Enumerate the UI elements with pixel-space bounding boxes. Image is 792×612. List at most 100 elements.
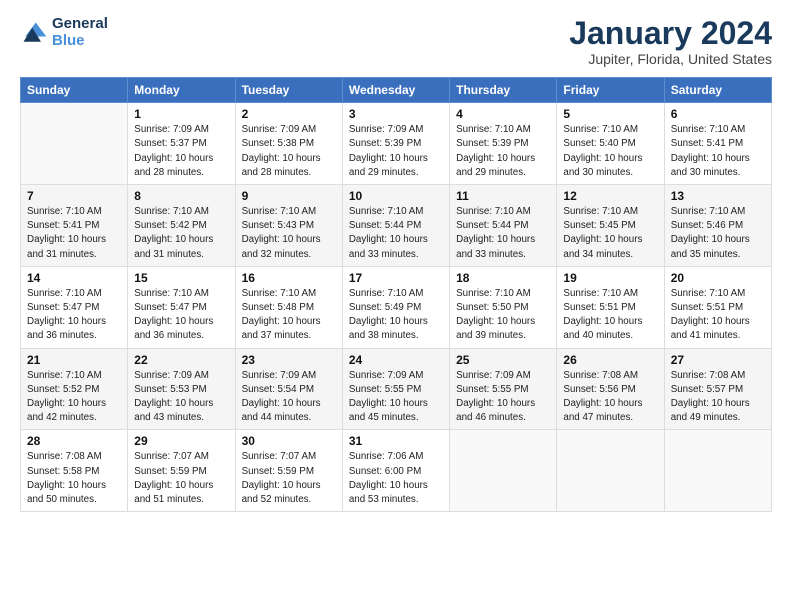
day-number: 13 xyxy=(671,189,765,203)
day-cell: 14 Sunrise: 7:10 AMSunset: 5:47 PMDayligh… xyxy=(21,266,128,348)
week-row-1: 1 Sunrise: 7:09 AMSunset: 5:37 PMDaylight… xyxy=(21,103,772,185)
day-detail: Sunrise: 7:09 AMSunset: 5:55 PMDaylight:… xyxy=(349,369,443,426)
day-number: 12 xyxy=(563,189,657,203)
day-cell: 12 Sunrise: 7:10 AMSunset: 5:45 PMDayligh… xyxy=(557,185,664,267)
day-cell: 7 Sunrise: 7:10 AMSunset: 5:41 PMDaylight… xyxy=(21,185,128,267)
day-detail: Sunrise: 7:10 AMSunset: 5:44 PMDaylight:… xyxy=(349,205,443,262)
header: General Blue January 2024 Jupiter, Flori… xyxy=(20,16,772,67)
day-cell: 9Sunrise: 7:10 AMSunset: 5:43 PMDaylight… xyxy=(235,185,342,267)
day-cell xyxy=(557,430,664,512)
logo: General Blue xyxy=(20,16,108,49)
day-number: 30 xyxy=(242,434,336,448)
day-cell: 30 Sunrise: 7:07 AMSunset: 5:59 PMDayligh… xyxy=(235,430,342,512)
day-detail: Sunrise: 7:10 AMSunset: 5:52 PMDaylight:… xyxy=(27,369,121,426)
day-detail: Sunrise: 7:10 AMSunset: 5:45 PMDaylight:… xyxy=(563,205,657,262)
day-detail: Sunrise: 7:07 AMSunset: 5:59 PMDaylight:… xyxy=(242,450,336,507)
day-detail: Sunrise: 7:10 AMSunset: 5:42 PMDaylight:… xyxy=(134,205,228,262)
day-detail: Sunrise: 7:09 AMSunset: 5:53 PMDaylight:… xyxy=(134,369,228,426)
day-cell: 22 Sunrise: 7:09 AMSunset: 5:53 PMDayligh… xyxy=(128,348,235,430)
day-number: 16 xyxy=(242,271,336,285)
header-cell-thursday: Thursday xyxy=(450,78,557,103)
day-cell: 11Sunrise: 7:10 AMSunset: 5:44 PMDayligh… xyxy=(450,185,557,267)
day-detail: Sunrise: 7:10 AMSunset: 5:47 PMDaylight:… xyxy=(134,287,228,344)
header-row: SundayMondayTuesdayWednesdayThursdayFrid… xyxy=(21,78,772,103)
day-cell: 16 Sunrise: 7:10 AMSunset: 5:48 PMDayligh… xyxy=(235,266,342,348)
day-number: 26 xyxy=(563,353,657,367)
day-cell: 3Sunrise: 7:09 AMSunset: 5:39 PMDaylight… xyxy=(342,103,449,185)
day-number: 4 xyxy=(456,107,550,121)
day-cell: 2Sunrise: 7:09 AMSunset: 5:38 PMDaylight… xyxy=(235,103,342,185)
logo-text-blue: Blue xyxy=(52,33,108,50)
week-row-5: 28Sunrise: 7:08 AMSunset: 5:58 PMDayligh… xyxy=(21,430,772,512)
week-row-4: 21 Sunrise: 7:10 AMSunset: 5:52 PMDayligh… xyxy=(21,348,772,430)
day-number: 21 xyxy=(27,353,121,367)
week-row-2: 7 Sunrise: 7:10 AMSunset: 5:41 PMDaylight… xyxy=(21,185,772,267)
day-number: 7 xyxy=(27,189,121,203)
day-cell: 15 Sunrise: 7:10 AMSunset: 5:47 PMDayligh… xyxy=(128,266,235,348)
day-cell: 17 Sunrise: 7:10 AMSunset: 5:49 PMDayligh… xyxy=(342,266,449,348)
day-cell: 28Sunrise: 7:08 AMSunset: 5:58 PMDayligh… xyxy=(21,430,128,512)
header-cell-friday: Friday xyxy=(557,78,664,103)
day-cell: 4 Sunrise: 7:10 AMSunset: 5:39 PMDaylight… xyxy=(450,103,557,185)
day-number: 27 xyxy=(671,353,765,367)
day-cell: 19 Sunrise: 7:10 AMSunset: 5:51 PMDayligh… xyxy=(557,266,664,348)
day-cell xyxy=(450,430,557,512)
day-number: 2 xyxy=(242,107,336,121)
calendar-page: General Blue January 2024 Jupiter, Flori… xyxy=(0,0,792,612)
day-cell: 6Sunrise: 7:10 AMSunset: 5:41 PMDaylight… xyxy=(664,103,771,185)
day-detail: Sunrise: 7:10 AMSunset: 5:48 PMDaylight:… xyxy=(242,287,336,344)
day-cell: 31 Sunrise: 7:06 AMSunset: 6:00 PMDayligh… xyxy=(342,430,449,512)
day-detail: Sunrise: 7:09 AMSunset: 5:54 PMDaylight:… xyxy=(242,369,336,426)
header-cell-saturday: Saturday xyxy=(664,78,771,103)
day-number: 23 xyxy=(242,353,336,367)
day-detail: Sunrise: 7:10 AMSunset: 5:41 PMDaylight:… xyxy=(27,205,121,262)
day-number: 5 xyxy=(563,107,657,121)
day-number: 17 xyxy=(349,271,443,285)
header-cell-monday: Monday xyxy=(128,78,235,103)
day-cell xyxy=(664,430,771,512)
calendar-subtitle: Jupiter, Florida, United States xyxy=(569,51,772,67)
day-cell xyxy=(21,103,128,185)
day-number: 10 xyxy=(349,189,443,203)
day-detail: Sunrise: 7:10 AMSunset: 5:51 PMDaylight:… xyxy=(671,287,765,344)
day-detail: Sunrise: 7:07 AMSunset: 5:59 PMDaylight:… xyxy=(134,450,228,507)
day-number: 31 xyxy=(349,434,443,448)
day-cell: 13 Sunrise: 7:10 AMSunset: 5:46 PMDayligh… xyxy=(664,185,771,267)
day-detail: Sunrise: 7:10 AMSunset: 5:47 PMDaylight:… xyxy=(27,287,121,344)
day-detail: Sunrise: 7:10 AMSunset: 5:39 PMDaylight:… xyxy=(456,123,550,180)
day-number: 24 xyxy=(349,353,443,367)
day-detail: Sunrise: 7:10 AMSunset: 5:51 PMDaylight:… xyxy=(563,287,657,344)
day-cell: 5 Sunrise: 7:10 AMSunset: 5:40 PMDaylight… xyxy=(557,103,664,185)
day-number: 1 xyxy=(134,107,228,121)
header-cell-tuesday: Tuesday xyxy=(235,78,342,103)
day-detail: Sunrise: 7:10 AMSunset: 5:49 PMDaylight:… xyxy=(349,287,443,344)
day-number: 3 xyxy=(349,107,443,121)
day-number: 20 xyxy=(671,271,765,285)
header-cell-wednesday: Wednesday xyxy=(342,78,449,103)
day-detail: Sunrise: 7:10 AMSunset: 5:46 PMDaylight:… xyxy=(671,205,765,262)
header-cell-sunday: Sunday xyxy=(21,78,128,103)
day-detail: Sunrise: 7:10 AMSunset: 5:40 PMDaylight:… xyxy=(563,123,657,180)
day-number: 19 xyxy=(563,271,657,285)
day-cell: 10 Sunrise: 7:10 AMSunset: 5:44 PMDayligh… xyxy=(342,185,449,267)
calendar-table: SundayMondayTuesdayWednesdayThursdayFrid… xyxy=(20,77,772,512)
day-detail: Sunrise: 7:10 AMSunset: 5:44 PMDaylight:… xyxy=(456,205,550,262)
day-number: 6 xyxy=(671,107,765,121)
day-cell: 8Sunrise: 7:10 AMSunset: 5:42 PMDaylight… xyxy=(128,185,235,267)
day-cell: 25Sunrise: 7:09 AMSunset: 5:55 PMDayligh… xyxy=(450,348,557,430)
day-number: 25 xyxy=(456,353,550,367)
day-detail: Sunrise: 7:08 AMSunset: 5:57 PMDaylight:… xyxy=(671,369,765,426)
day-cell: 29 Sunrise: 7:07 AMSunset: 5:59 PMDayligh… xyxy=(128,430,235,512)
day-cell: 27 Sunrise: 7:08 AMSunset: 5:57 PMDayligh… xyxy=(664,348,771,430)
day-number: 29 xyxy=(134,434,228,448)
day-number: 22 xyxy=(134,353,228,367)
day-detail: Sunrise: 7:09 AMSunset: 5:37 PMDaylight:… xyxy=(134,123,228,180)
day-number: 15 xyxy=(134,271,228,285)
day-number: 14 xyxy=(27,271,121,285)
day-detail: Sunrise: 7:06 AMSunset: 6:00 PMDaylight:… xyxy=(349,450,443,507)
title-block: January 2024 Jupiter, Florida, United St… xyxy=(569,16,772,67)
logo-icon xyxy=(20,19,48,47)
day-cell: 20 Sunrise: 7:10 AMSunset: 5:51 PMDayligh… xyxy=(664,266,771,348)
day-cell: 24 Sunrise: 7:09 AMSunset: 5:55 PMDayligh… xyxy=(342,348,449,430)
day-cell: 21 Sunrise: 7:10 AMSunset: 5:52 PMDayligh… xyxy=(21,348,128,430)
